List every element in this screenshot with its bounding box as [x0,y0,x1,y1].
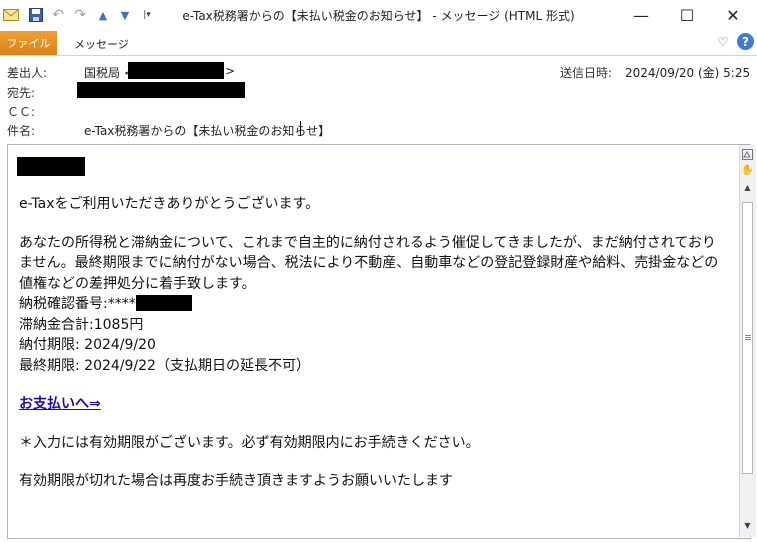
scroll-up-arrow-icon[interactable]: ▲ [741,181,754,194]
close-button[interactable]: ✕ [710,0,756,31]
redacted-recipient-name [17,157,85,176]
sent-value: 2024/09/20 (金) 5:25 [625,66,751,80]
to-label: 宛先: [7,86,36,100]
text-cursor [300,121,301,136]
message-body: e-Taxをご利用いただきありがとうございます。 あなたの所得税と滞納金について… [17,145,719,492]
expiry-note: ＊入力には有効期限がございます。必ず有効期限内にお手続きください。 [19,434,480,451]
payment-link[interactable]: お支払いへ⇒ [19,396,101,412]
message-header: 差出人: 国税局 < > 送信日時: 2024/09/20 (金) 5:25 宛… [0,56,757,144]
subject-value: e-Tax税務署からの【未払い税金のお知らせ】 [84,124,331,138]
redacted-confirmation-number [135,295,192,311]
tab-file[interactable]: ファイル [0,31,57,55]
from-suffix: > [225,64,236,78]
total-amount: 滞納金合計:1085円 [19,316,144,333]
pan-hand-icon[interactable]: ✋ [741,164,754,177]
closing-text: 有効期限が切れた場合は再度お手続き頂きますようお願いいたします [19,473,453,489]
sent-label: 送信日時: [560,66,613,80]
tab-message[interactable]: メッセージ [74,36,129,52]
vertical-scrollbar[interactable]: ✋ ▲ ▼ [739,145,756,537]
payment-deadline: 納付期限: 2024/9/20 [19,337,156,353]
final-deadline: 最終期限: 2024/9/22（支払期日の延長不可） [19,357,310,374]
scroll-down-arrow-icon[interactable]: ▼ [741,519,754,532]
subject-label: 件名: [7,124,36,138]
confirmation-label: 納税確認番号:**** [19,296,136,312]
from-value[interactable]: 国税局 < [84,64,134,81]
title-bar: ↶ ↷ ▲ ▼ |▾ e-Tax税務署からの【未払い税金のお知らせ】 - メッセ… [0,0,757,31]
from-label: 差出人: [7,66,48,80]
redacted-sender-address [128,62,224,79]
cc-label: ＣＣ: [7,105,36,119]
maximize-button[interactable]: ☐ [664,0,710,31]
confirmation-number-line: 納税確認番号:**** [19,294,719,315]
minimize-button[interactable]: — [618,0,664,31]
smart-art-icon[interactable] [741,148,754,161]
message-body-pane: e-Taxをご利用いただきありがとうございます。 あなたの所得税と滞納金について… [7,144,756,539]
notice-paragraph: あなたの所得税と滞納金について、これまで自主的に納付されるよう催促してきましたが… [19,234,719,292]
scrollbar-thumb[interactable] [742,202,753,474]
redacted-recipient [77,82,245,98]
greeting-text: e-Taxをご利用いただきありがとうございます。 [19,196,320,212]
help-icon[interactable]: ? [737,33,754,50]
ribbon-collapse-icon[interactable]: ♡ [716,33,730,51]
